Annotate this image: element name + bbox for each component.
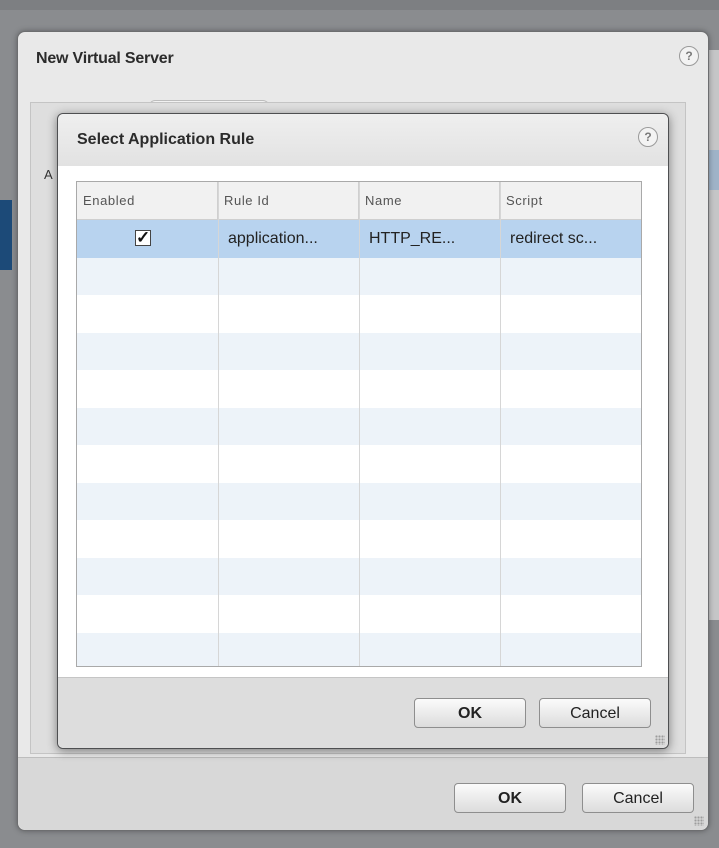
column-header-name[interactable]: Name [359,182,500,219]
help-icon[interactable]: ? [638,127,658,147]
enabled-checkbox[interactable]: ✓ [135,229,151,246]
resize-grip-icon[interactable] [694,816,704,826]
side-label: A [44,167,53,182]
column-divider [500,182,501,666]
rules-table: Enabled Rule Id Name Script ✓ applicatio… [76,181,642,667]
enabled-cell: ✓ [77,220,218,257]
help-icon[interactable]: ? [679,46,699,66]
name-cell: HTTP_RE... [369,230,456,247]
column-header-enabled[interactable]: Enabled [77,182,218,219]
dialog-title: New Virtual Server [36,50,174,67]
column-header-script[interactable]: Script [500,182,641,219]
column-divider [218,182,219,666]
script-cell: redirect sc... [510,230,598,247]
rule-id-cell: application... [228,230,318,247]
select-application-rule-dialog: Select Application Rule ? Enabled Rule I… [57,113,669,749]
background-window-top [0,0,719,10]
background-nav-highlight [0,200,12,270]
dialog-title: Select Application Rule [77,131,255,148]
column-header-rule-id[interactable]: Rule Id [218,182,359,219]
resize-grip-icon[interactable] [655,735,665,745]
ok-button[interactable]: OK [414,698,526,728]
column-divider [359,182,360,666]
cancel-button[interactable]: Cancel [582,783,694,813]
ok-button[interactable]: OK [454,783,566,813]
cancel-button[interactable]: Cancel [539,698,651,728]
